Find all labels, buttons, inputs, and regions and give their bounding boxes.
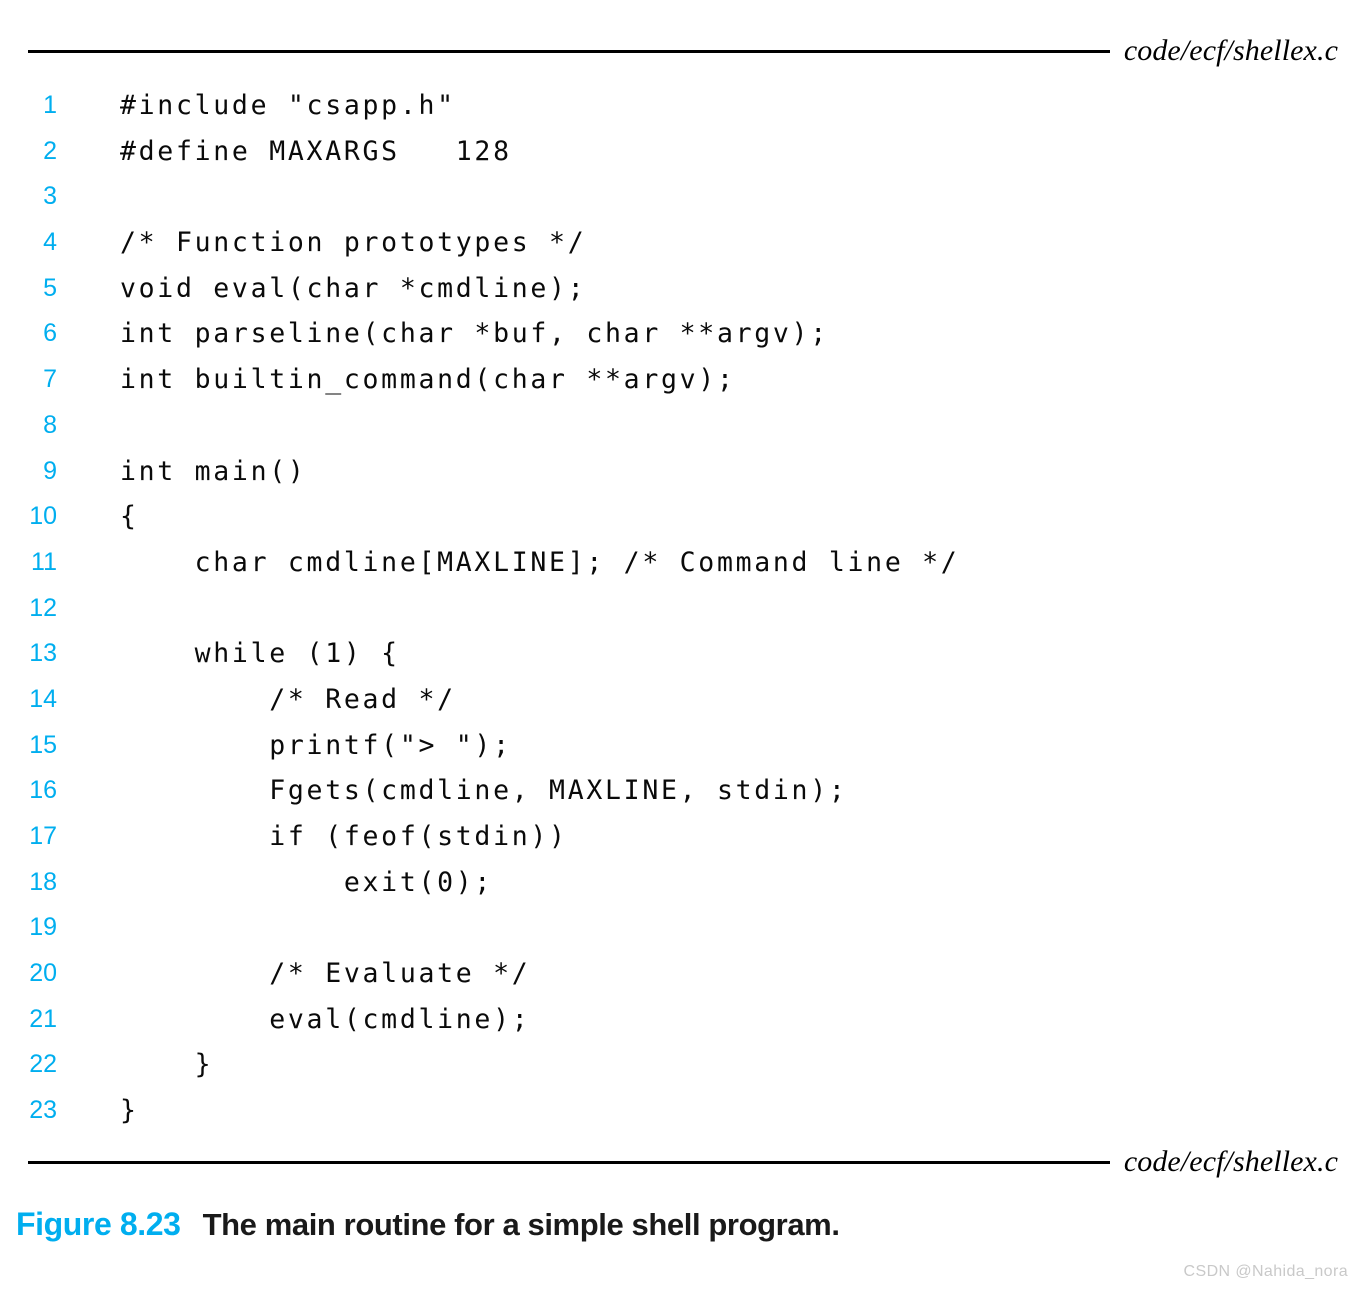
code-line: 23 } — [0, 1088, 1366, 1134]
line-content: /* Evaluate */ — [120, 958, 531, 990]
line-number: 16 — [29, 776, 57, 805]
figure-title: The main routine for a simple shell prog… — [202, 1207, 840, 1242]
code-line: 9 int main() — [0, 449, 1366, 495]
line-number: 3 — [43, 182, 57, 211]
line-number: 21 — [29, 1004, 57, 1033]
code-line: 19 — [0, 905, 1366, 951]
code-line: 20 /* Evaluate */ — [0, 951, 1366, 997]
line-number: 19 — [29, 913, 57, 942]
figure-caption: Figure 8.23 The main routine for a simple… — [16, 1208, 840, 1240]
code-line: 14 /* Read */ — [0, 677, 1366, 723]
code-line: 13 while (1) { — [0, 631, 1366, 677]
code-line: 4 /* Function prototypes */ — [0, 220, 1366, 266]
code-line: 11 char cmdline[MAXLINE]; /* Command lin… — [0, 540, 1366, 586]
code-listing: 1 #include "csapp.h" 2 #define MAXARGS 1… — [0, 83, 1366, 1134]
line-content: { — [120, 501, 139, 533]
line-number: 8 — [43, 410, 57, 439]
code-line: 16 Fgets(cmdline, MAXLINE, stdin); — [0, 768, 1366, 814]
line-number: 17 — [29, 822, 57, 850]
line-number: 2 — [43, 136, 57, 165]
line-content: int parseline(char *buf, char **argv); — [120, 318, 829, 350]
line-number: 13 — [29, 639, 57, 668]
line-content: eval(cmdline); — [120, 1003, 531, 1035]
figure-number: Figure 8.23 — [16, 1206, 181, 1242]
line-content: /* Function prototypes */ — [120, 227, 587, 259]
line-number: 10 — [29, 502, 57, 531]
line-number: 18 — [29, 867, 57, 896]
line-content: void eval(char *cmdline); — [120, 272, 587, 304]
horizontal-rule-bottom — [28, 1160, 1110, 1164]
code-line: 3 — [0, 174, 1366, 220]
line-content: if (feof(stdin)) — [120, 821, 568, 852]
code-line: 6 int parseline(char *buf, char **argv); — [0, 311, 1366, 357]
code-figure: code/ecf/shellex.c 1 #include "csapp.h" … — [0, 0, 1366, 1290]
figure-bottom-rule-row: code/ecf/shellex.c — [28, 1142, 1338, 1182]
code-line: 21 eval(cmdline); — [0, 997, 1366, 1043]
line-number: 4 — [43, 228, 57, 257]
line-number: 9 — [43, 456, 57, 485]
code-line: 10 { — [0, 494, 1366, 540]
line-content: } — [120, 1049, 214, 1081]
line-content: #define MAXARGS 128 — [120, 135, 512, 167]
line-number: 6 — [43, 319, 57, 348]
line-content: } — [120, 1095, 139, 1127]
line-content: Fgets(cmdline, MAXLINE, stdin); — [120, 775, 848, 807]
line-number: 22 — [29, 1050, 57, 1079]
code-line: 2 #define MAXARGS 128 — [0, 129, 1366, 175]
code-line: 7 int builtin_command(char **argv); — [0, 357, 1366, 403]
source-file-path-bottom: code/ecf/shellex.c — [1123, 1145, 1338, 1178]
line-content: /* Read */ — [120, 683, 456, 715]
code-line: 22 } — [0, 1042, 1366, 1088]
line-number: 1 — [43, 91, 57, 119]
line-content: int main() — [120, 455, 307, 487]
code-line: 17 if (feof(stdin)) — [0, 814, 1366, 860]
line-number: 7 — [43, 365, 57, 394]
line-content: #include "csapp.h" — [120, 90, 456, 121]
line-content: while (1) { — [120, 638, 400, 670]
code-line: 15 printf("> "); — [0, 723, 1366, 769]
line-content: int builtin_command(char **argv); — [120, 364, 736, 396]
line-content: char cmdline[MAXLINE]; /* Command line *… — [120, 546, 960, 578]
line-number: 11 — [31, 547, 57, 576]
code-line: 8 — [0, 403, 1366, 449]
line-content: printf("> "); — [120, 729, 512, 761]
line-number: 14 — [29, 684, 57, 713]
figure-top-rule-row: code/ecf/shellex.c — [28, 31, 1338, 71]
line-number: 15 — [29, 730, 57, 759]
line-content: exit(0); — [120, 866, 494, 898]
line-number: 20 — [29, 959, 57, 988]
code-line: 1 #include "csapp.h" — [0, 83, 1366, 129]
code-line: 18 exit(0); — [0, 860, 1366, 906]
line-number: 5 — [43, 273, 57, 302]
csdn-watermark: CSDN @Nahida_nora — [1183, 1263, 1348, 1280]
code-line: 12 — [0, 586, 1366, 632]
horizontal-rule-top — [28, 49, 1110, 53]
line-number: 23 — [29, 1096, 57, 1125]
source-file-path-top: code/ecf/shellex.c — [1123, 34, 1338, 67]
code-line: 5 void eval(char *cmdline); — [0, 266, 1366, 312]
line-number: 12 — [29, 593, 57, 622]
